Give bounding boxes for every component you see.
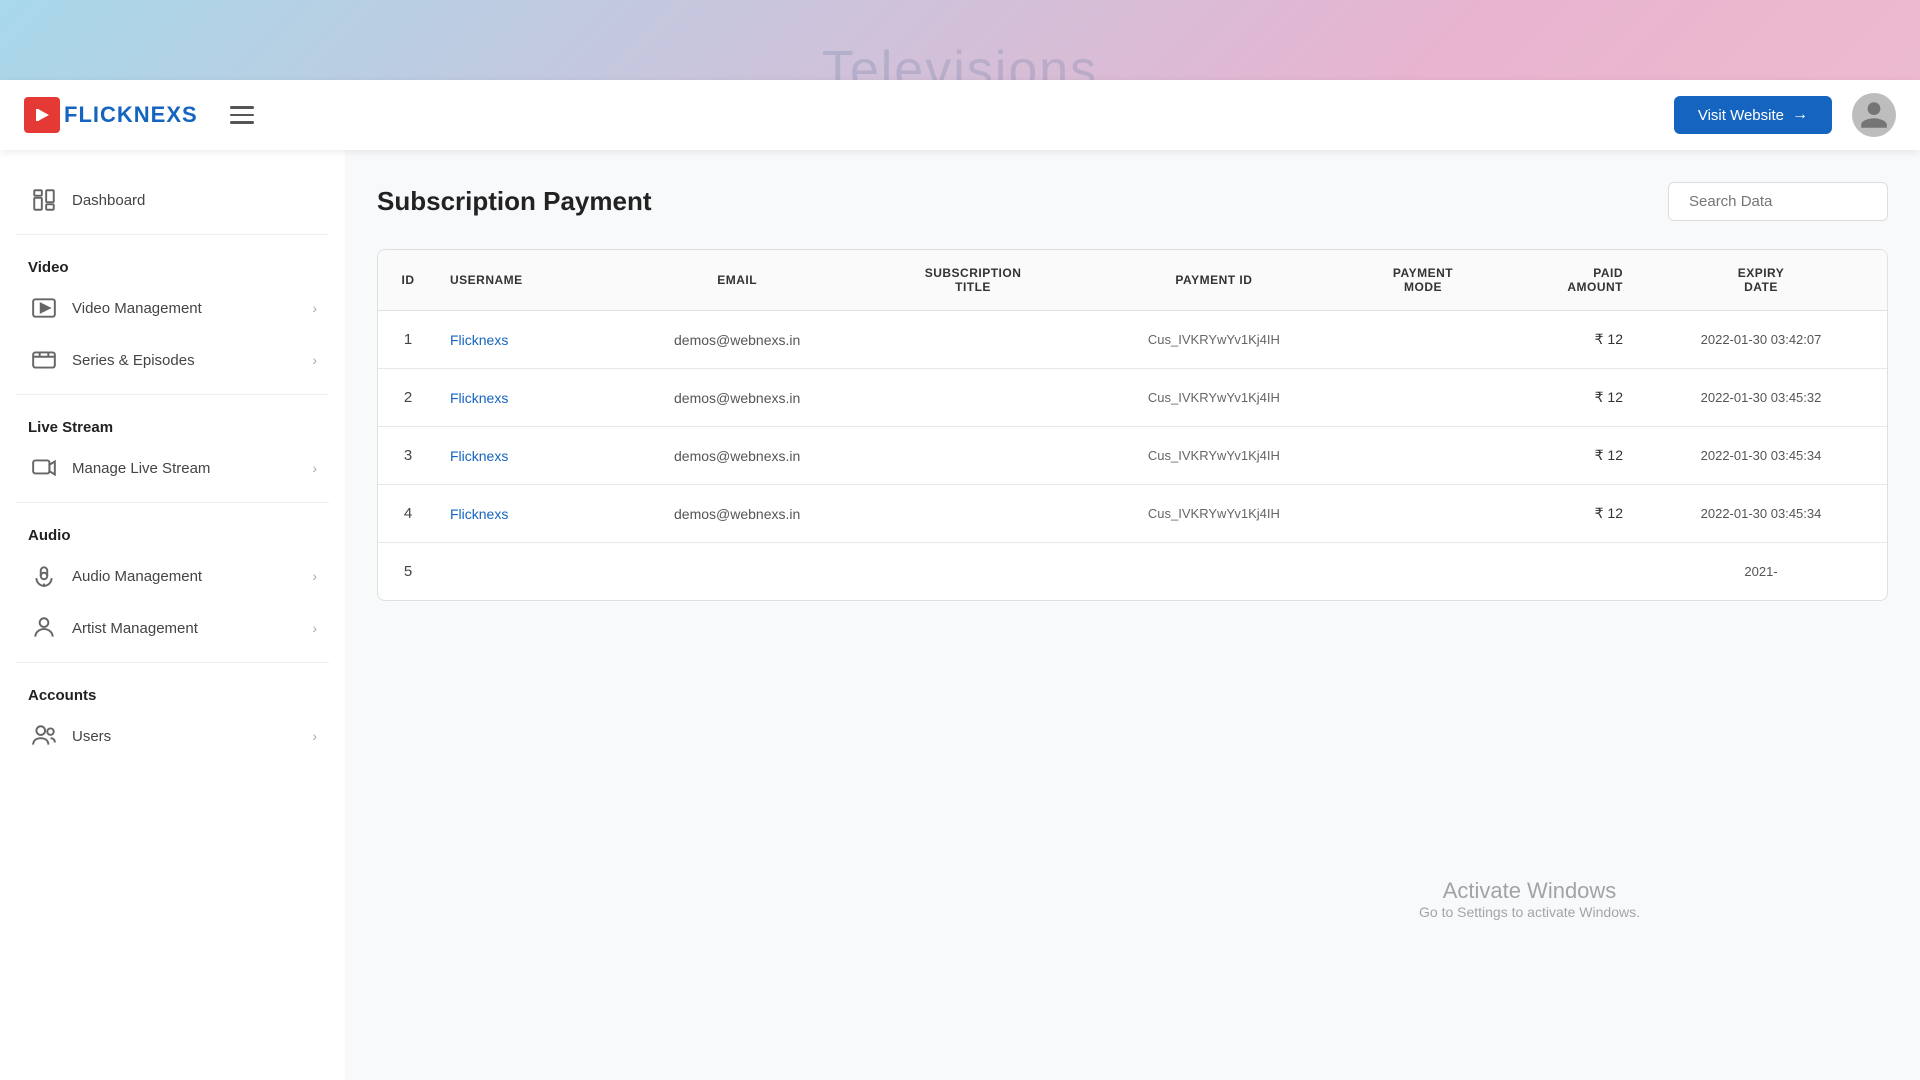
col-payment-id: PAYMENT ID <box>1078 250 1350 311</box>
sidebar-section-video: Video <box>16 243 329 282</box>
col-email: EMAIL <box>606 250 868 311</box>
series-episodes-label: Series & Episodes <box>72 352 195 369</box>
artist-management-label: Artist Management <box>72 620 198 637</box>
cell-expiry-date: 2022-01-30 03:45:32 <box>1635 369 1887 427</box>
sidebar-item-artist-management[interactable]: Artist Management › <box>16 602 329 654</box>
logo-icon <box>24 97 60 133</box>
cell-username: Flicknexs <box>438 485 606 543</box>
search-input[interactable] <box>1668 182 1888 221</box>
cell-email <box>606 543 868 601</box>
cell-username: Flicknexs <box>438 369 606 427</box>
cell-paid-amount: ₹ 12 <box>1496 427 1635 485</box>
cell-subscription-title <box>868 485 1078 543</box>
video-management-icon <box>28 292 60 324</box>
sidebar-section-livestream: Live Stream <box>16 403 329 442</box>
artist-icon <box>28 612 60 644</box>
cell-subscription-title <box>868 369 1078 427</box>
cell-subscription-title <box>868 427 1078 485</box>
table-row: 4 Flicknexs demos@webnexs.in Cus_IVKRYwY… <box>378 485 1887 543</box>
cell-email: demos@webnexs.in <box>606 427 868 485</box>
chevron-right-icon: › <box>312 352 317 368</box>
cell-id: 2 <box>378 369 438 427</box>
cell-payment-id: Cus_IVKRYwYv1Kj4IH <box>1078 485 1350 543</box>
dashboard-label: Dashboard <box>72 192 145 209</box>
chevron-right-icon: › <box>312 300 317 316</box>
manage-livestream-label: Manage Live Stream <box>72 460 210 477</box>
col-subscription-title: SUBSCRIPTIONTITLE <box>868 250 1078 311</box>
cell-id: 5 <box>378 543 438 601</box>
sidebar-item-audio-management[interactable]: Audio Management › <box>16 550 329 602</box>
cell-payment-mode <box>1350 543 1497 601</box>
cell-paid-amount: ₹ 12 <box>1496 485 1635 543</box>
cell-expiry-date: 2022-01-30 03:42:07 <box>1635 311 1887 369</box>
users-icon <box>28 720 60 752</box>
cell-payment-mode <box>1350 485 1497 543</box>
col-id: ID <box>378 250 438 311</box>
users-label: Users <box>72 728 111 745</box>
audio-management-label: Audio Management <box>72 568 202 585</box>
col-payment-mode: PAYMENTMODE <box>1350 250 1497 311</box>
sidebar-item-dashboard[interactable]: Dashboard <box>16 174 329 226</box>
subscription-table: ID USERNAME EMAIL SUBSCRIPTIONTITLE PAYM… <box>377 249 1888 601</box>
cell-username: Flicknexs <box>438 427 606 485</box>
cell-payment-mode <box>1350 427 1497 485</box>
cell-expiry-date: 2021- <box>1635 543 1887 601</box>
arrow-icon: → <box>1792 106 1808 124</box>
table-row: 1 Flicknexs demos@webnexs.in Cus_IVKRYwY… <box>378 311 1887 369</box>
page-header: Subscription Payment <box>377 182 1888 221</box>
page-title: Subscription Payment <box>377 186 652 217</box>
video-management-label: Video Management <box>72 300 202 317</box>
cell-paid-amount: ₹ 12 <box>1496 369 1635 427</box>
sidebar-section-accounts: Accounts <box>16 671 329 710</box>
dashboard-icon <box>28 184 60 216</box>
chevron-right-icon: › <box>312 620 317 636</box>
chevron-right-icon: › <box>312 568 317 584</box>
avatar[interactable] <box>1852 93 1896 137</box>
sidebar: Dashboard Video Video Management › Serie… <box>0 150 345 1080</box>
sidebar-item-series-episodes[interactable]: Series & Episodes › <box>16 334 329 386</box>
cell-payment-id: Cus_IVKRYwYv1Kj4IH <box>1078 311 1350 369</box>
cell-payment-id <box>1078 543 1350 601</box>
visit-website-button[interactable]: Visit Website → <box>1674 96 1832 134</box>
sidebar-item-users[interactable]: Users › <box>16 710 329 762</box>
sidebar-section-audio: Audio <box>16 511 329 550</box>
col-paid-amount: PAIDAMOUNT <box>1496 250 1635 311</box>
audio-icon <box>28 560 60 592</box>
table-row: 3 Flicknexs demos@webnexs.in Cus_IVKRYwY… <box>378 427 1887 485</box>
cell-subscription-title <box>868 543 1078 601</box>
cell-payment-id: Cus_IVKRYwYv1Kj4IH <box>1078 369 1350 427</box>
cell-email: demos@webnexs.in <box>606 311 868 369</box>
main-content: Subscription Payment ID USERNAME EMAIL S… <box>345 150 1920 1080</box>
logo-text: FLICKNEXS <box>64 102 198 128</box>
series-icon <box>28 344 60 376</box>
chevron-right-icon: › <box>312 460 317 476</box>
cell-id: 3 <box>378 427 438 485</box>
cell-payment-mode <box>1350 369 1497 427</box>
table-row: 5 2021- <box>378 543 1887 601</box>
cell-id: 4 <box>378 485 438 543</box>
chevron-right-icon: › <box>312 728 317 744</box>
cell-username <box>438 543 606 601</box>
cell-expiry-date: 2022-01-30 03:45:34 <box>1635 485 1887 543</box>
cell-subscription-title <box>868 311 1078 369</box>
table-header-row: ID USERNAME EMAIL SUBSCRIPTIONTITLE PAYM… <box>378 250 1887 311</box>
cell-id: 1 <box>378 311 438 369</box>
header: FLICKNEXS Visit Website → <box>0 80 1920 150</box>
hamburger-menu[interactable] <box>230 106 254 124</box>
logo: FLICKNEXS <box>24 97 198 133</box>
livestream-icon <box>28 452 60 484</box>
cell-paid-amount <box>1496 543 1635 601</box>
cell-email: demos@webnexs.in <box>606 485 868 543</box>
col-expiry-date: EXPIRYDATE <box>1635 250 1887 311</box>
sidebar-item-video-management[interactable]: Video Management › <box>16 282 329 334</box>
cell-payment-id: Cus_IVKRYwYv1Kj4IH <box>1078 427 1350 485</box>
sidebar-item-manage-livestream[interactable]: Manage Live Stream › <box>16 442 329 494</box>
cell-expiry-date: 2022-01-30 03:45:34 <box>1635 427 1887 485</box>
col-username: USERNAME <box>438 250 606 311</box>
table-row: 2 Flicknexs demos@webnexs.in Cus_IVKRYwY… <box>378 369 1887 427</box>
cell-email: demos@webnexs.in <box>606 369 868 427</box>
cell-paid-amount: ₹ 12 <box>1496 311 1635 369</box>
cell-username: Flicknexs <box>438 311 606 369</box>
cell-payment-mode <box>1350 311 1497 369</box>
